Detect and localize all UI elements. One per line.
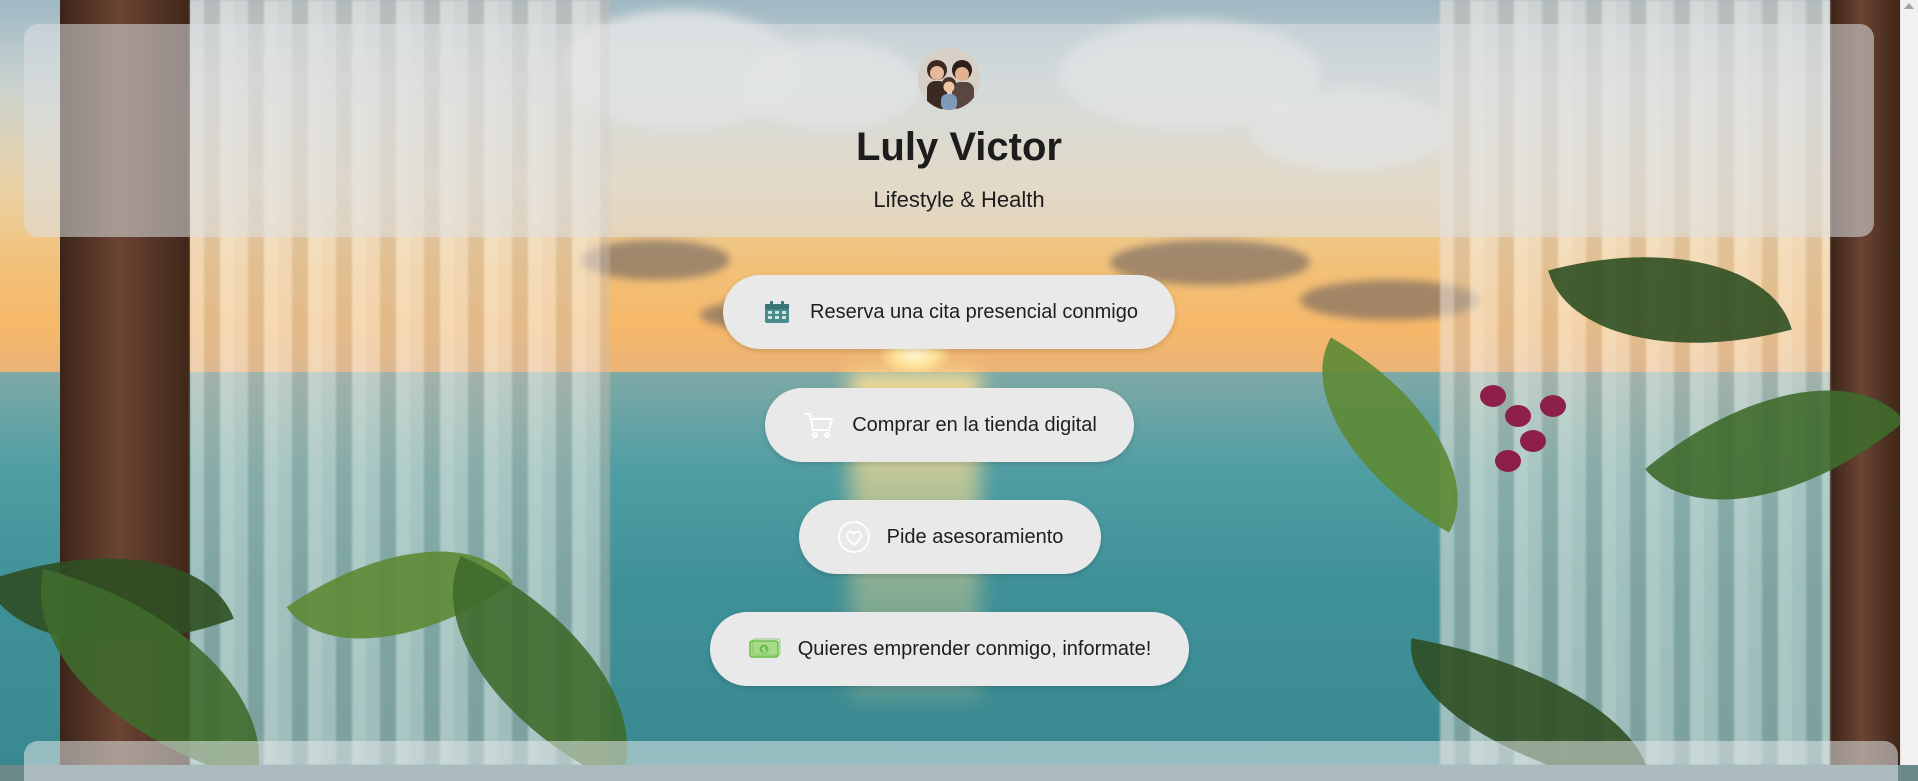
svg-text:$: $ <box>762 646 766 654</box>
avatar <box>918 48 980 110</box>
digital-store-button[interactable]: Comprar en la tienda digital <box>765 388 1134 462</box>
digital-store-label: Comprar en la tienda digital <box>852 413 1097 436</box>
entrepreneur-info-label: Quieres emprender conmigo, informate! <box>797 637 1152 660</box>
entrepreneur-info-button[interactable]: $ Quieres emprender conmigo, informate! <box>710 612 1189 686</box>
ask-advice-button[interactable]: Pide asesoramiento <box>799 500 1101 574</box>
footer-card <box>24 741 1898 781</box>
book-appointment-label: Reserva una cita presencial conmigo <box>810 300 1138 323</box>
shopping-cart-icon <box>802 408 836 442</box>
book-appointment-button[interactable]: Reserva una cita presencial conmigo <box>723 275 1175 349</box>
calendar-icon <box>760 295 794 329</box>
profile-tagline: Lifestyle & Health <box>873 187 1045 212</box>
profile-name: Luly Victor <box>856 125 1062 169</box>
ask-advice-label: Pide asesoramiento <box>886 525 1064 548</box>
page-scrollbar[interactable] <box>1900 0 1918 765</box>
avatar-photo <box>918 48 980 110</box>
money-bill-icon: $ <box>748 632 782 666</box>
heart-badge-icon <box>837 520 871 554</box>
scroll-up-arrow-icon[interactable] <box>1904 3 1914 9</box>
